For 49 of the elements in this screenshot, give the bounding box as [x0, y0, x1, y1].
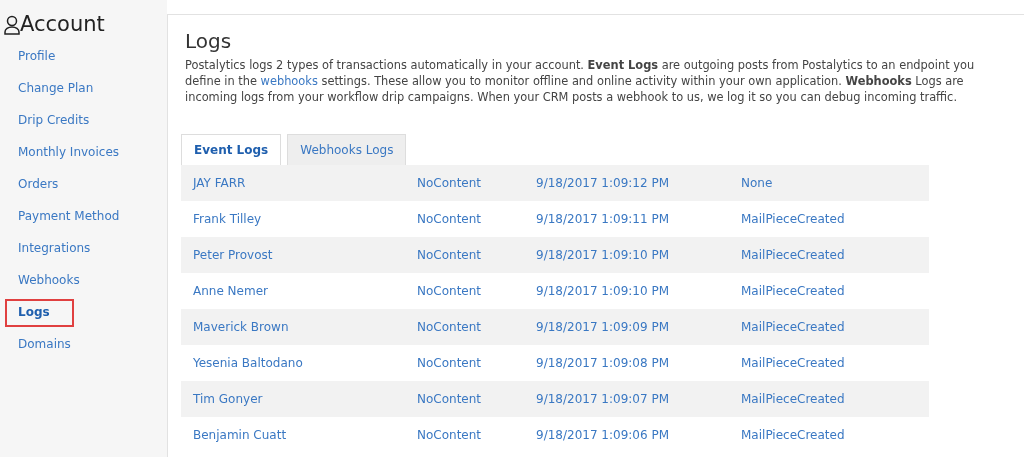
sidebar-link[interactable]: Domains	[12, 333, 167, 365]
timestamp-text: 9/18/2017 1:09:06 PM	[536, 427, 670, 444]
event-text: MailPieceCreated	[741, 319, 845, 336]
event-text: None	[741, 175, 773, 192]
timestamp-text: 9/18/2017 1:09:12 PM	[536, 175, 670, 192]
timestamp-text: 9/18/2017 1:09:11 PM	[536, 211, 670, 228]
contact-link[interactable]: Benjamin Cuatt	[193, 426, 417, 444]
page-title: Logs	[185, 29, 233, 53]
contact-link[interactable]: Anne Nemer	[193, 282, 417, 300]
event-text: MailPieceCreated	[741, 355, 845, 372]
contact-link[interactable]: Peter Provost	[193, 246, 417, 264]
contact-link[interactable]: Tim Gonyer	[193, 390, 417, 408]
contact-link[interactable]: Maverick Brown	[193, 318, 417, 336]
user-icon	[4, 14, 20, 35]
status-text: NoContent	[417, 319, 483, 336]
sidebar-link[interactable]: Logs	[6, 300, 73, 326]
status-text: NoContent	[417, 247, 483, 264]
sidebar-link[interactable]: Monthly Invoices	[12, 141, 167, 173]
status-text: NoContent	[417, 391, 483, 408]
timestamp-text: 9/18/2017 1:09:09 PM	[536, 319, 670, 336]
sidebar-link[interactable]: Drip Credits	[12, 109, 167, 141]
sidebar-link[interactable]: Webhooks	[12, 269, 167, 301]
timestamp-text: 9/18/2017 1:09:07 PM	[536, 391, 670, 408]
event-text: MailPieceCreated	[741, 427, 845, 444]
timestamp-text: 9/18/2017 1:09:10 PM	[536, 283, 670, 300]
webhooks-link[interactable]: webhooks	[260, 74, 318, 88]
timestamp-text: 9/18/2017 1:09:08 PM	[536, 355, 670, 372]
contact-link[interactable]: Frank Tilley	[193, 210, 417, 228]
sidebar-title: Account	[20, 14, 105, 35]
sidebar-link[interactable]: Payment Method	[12, 205, 167, 237]
sidebar-link[interactable]: Integrations	[12, 237, 167, 269]
sidebar-link[interactable]: Change Plan	[12, 77, 167, 109]
description: Postalytics logs 2 types of transactions automatically in your account. Event Logs are outgoing posts from Postalytics to an endpoint you define in the webhooks settings. These allow you to monitor offline and online activity within your own application. Webhooks Logs are incoming logs from your workflow drip campaigns. When your CRM posts a webhook to us, we log it so you can debug incoming traffic.	[185, 57, 976, 105]
contact-link[interactable]: Yesenia Baltodano	[193, 354, 417, 372]
event-text: MailPieceCreated	[741, 247, 845, 264]
event-text: MailPieceCreated	[741, 211, 845, 228]
sidebar-link[interactable]: Profile	[12, 45, 167, 77]
timestamp-text: 9/18/2017 1:09:10 PM	[536, 247, 670, 264]
status-text: NoContent	[417, 355, 483, 372]
sidebar-link[interactable]: Orders	[12, 173, 167, 205]
event-text: MailPieceCreated	[741, 283, 845, 300]
contact-link[interactable]: JAY FARR	[193, 174, 417, 192]
status-text: NoContent	[417, 211, 483, 228]
status-text: NoContent	[417, 175, 483, 192]
event-text: MailPieceCreated	[741, 391, 845, 408]
tab[interactable]: Webhooks Logs	[287, 134, 407, 165]
status-text: NoContent	[417, 427, 483, 444]
status-text: NoContent	[417, 283, 483, 300]
tab[interactable]: Event Logs	[181, 134, 282, 165]
